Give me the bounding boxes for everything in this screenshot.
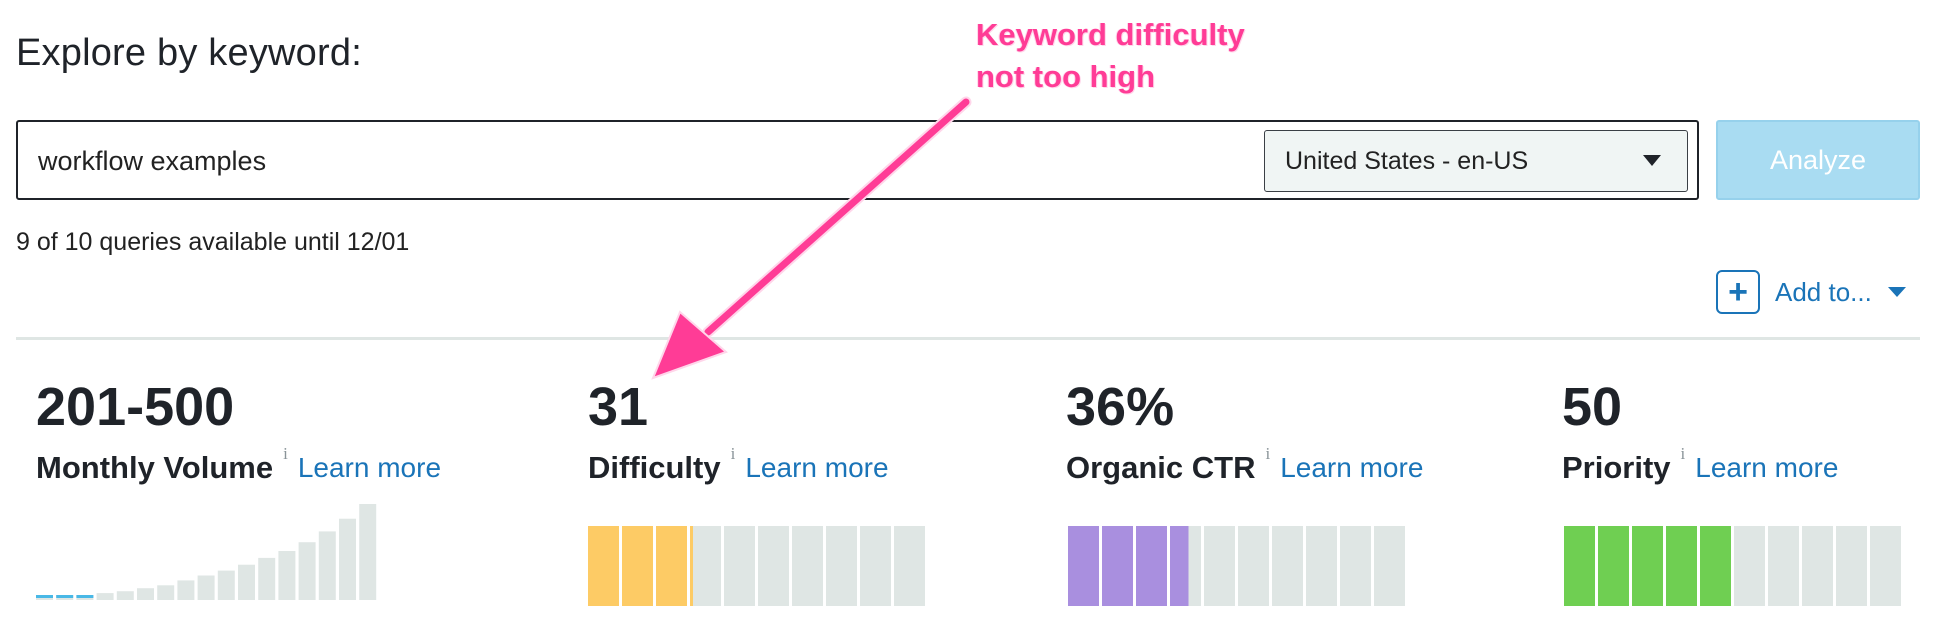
meter-segment — [1306, 526, 1337, 606]
learn-more-link[interactable]: Learn more — [1695, 452, 1838, 484]
meter-segment — [1598, 526, 1629, 606]
meter-segment — [1734, 526, 1765, 606]
info-icon[interactable]: i — [731, 444, 736, 464]
meter-segment — [1272, 526, 1303, 606]
annotation-text: Keyword difficulty not too high — [976, 14, 1245, 98]
volume-bar — [197, 575, 215, 600]
volume-bar — [137, 588, 154, 600]
info-icon[interactable]: i — [283, 444, 288, 464]
meter-segment — [724, 526, 755, 606]
meter-segment — [1238, 526, 1269, 606]
meter-segment — [758, 526, 789, 606]
meter-segment — [622, 526, 653, 606]
meter-segment — [1136, 526, 1167, 606]
volume-bar — [278, 551, 296, 600]
meter-segment — [1374, 526, 1405, 606]
meter-segment — [1870, 526, 1901, 606]
meter-segment — [690, 526, 721, 606]
add-to-button[interactable]: + Add to... — [1716, 268, 1906, 316]
volume-bar — [318, 531, 336, 600]
meter-segment — [1564, 526, 1595, 606]
metric-value: 201-500 — [36, 377, 235, 437]
meter-segment — [1632, 526, 1663, 606]
plus-icon: + — [1716, 270, 1760, 314]
difficulty-meter — [588, 526, 928, 606]
metric-label: Difficulty — [588, 450, 721, 485]
metric-priority: 50 Priority i Learn more — [1562, 380, 1838, 486]
keyword-search-box: United States - en-US — [16, 120, 1699, 200]
add-to-label: Add to... — [1775, 276, 1872, 307]
meter-segment — [1836, 526, 1867, 606]
info-icon[interactable]: i — [1681, 444, 1686, 464]
meter-segment — [588, 526, 619, 606]
volume-bar — [157, 585, 175, 600]
meter-segment — [1340, 526, 1371, 606]
learn-more-link[interactable]: Learn more — [745, 452, 888, 484]
meter-segment — [894, 526, 925, 606]
meter-segment — [656, 526, 687, 606]
metric-difficulty: 31 Difficulty i Learn more — [588, 380, 889, 486]
keyword-search-input[interactable] — [36, 122, 1240, 200]
annotation-line-1: Keyword difficulty — [976, 17, 1245, 52]
learn-more-link[interactable]: Learn more — [298, 452, 441, 484]
analyze-button[interactable]: Analyze — [1716, 120, 1920, 200]
metric-value: 50 — [1562, 377, 1623, 437]
volume-bar — [217, 570, 235, 600]
meter-segment — [1068, 526, 1099, 606]
locale-select-value: United States - en-US — [1285, 146, 1529, 175]
metric-label: Organic CTR — [1066, 450, 1256, 485]
volume-bar — [238, 564, 255, 600]
info-icon[interactable]: i — [1265, 444, 1270, 464]
volume-bar — [116, 591, 134, 600]
meter-segment — [1768, 526, 1799, 606]
volume-bar — [359, 504, 377, 600]
meter-segment — [1666, 526, 1697, 606]
meter-segment — [1102, 526, 1133, 606]
metric-organic-ctr: 36% Organic CTR i Learn more — [1066, 380, 1423, 486]
volume-bar — [177, 580, 195, 600]
organic-ctr-meter — [1068, 526, 1408, 606]
volume-bar — [339, 518, 356, 600]
metric-monthly-volume: 201-500 Monthly Volume i Learn more — [36, 380, 441, 486]
chevron-down-icon — [1887, 287, 1906, 297]
monthly-volume-chart — [36, 504, 377, 600]
metric-label: Monthly Volume — [36, 450, 274, 485]
learn-more-link[interactable]: Learn more — [1280, 452, 1423, 484]
metric-label: Priority — [1562, 450, 1671, 485]
volume-range-marker — [56, 595, 74, 598]
volume-range-marker — [36, 595, 53, 598]
volume-bar — [96, 593, 114, 600]
meter-segment — [1204, 526, 1235, 606]
volume-range-marker — [76, 595, 94, 598]
meter-segment — [1700, 526, 1731, 606]
metric-value: 36% — [1066, 377, 1175, 437]
volume-bar — [258, 557, 276, 600]
volume-bar — [298, 542, 316, 600]
meter-segment — [860, 526, 891, 606]
queries-remaining-text: 9 of 10 queries available until 12/01 — [16, 228, 410, 256]
priority-meter — [1564, 526, 1904, 606]
meter-segment — [1170, 526, 1201, 606]
chevron-down-icon — [1643, 155, 1661, 166]
locale-select[interactable]: United States - en-US — [1264, 130, 1688, 192]
meter-segment — [1802, 526, 1833, 606]
metric-value: 31 — [588, 377, 649, 437]
divider — [16, 337, 1920, 340]
meter-segment — [826, 526, 857, 606]
annotation-line-2: not too high — [976, 59, 1156, 94]
meter-segment — [792, 526, 823, 606]
page-title: Explore by keyword: — [16, 32, 362, 74]
